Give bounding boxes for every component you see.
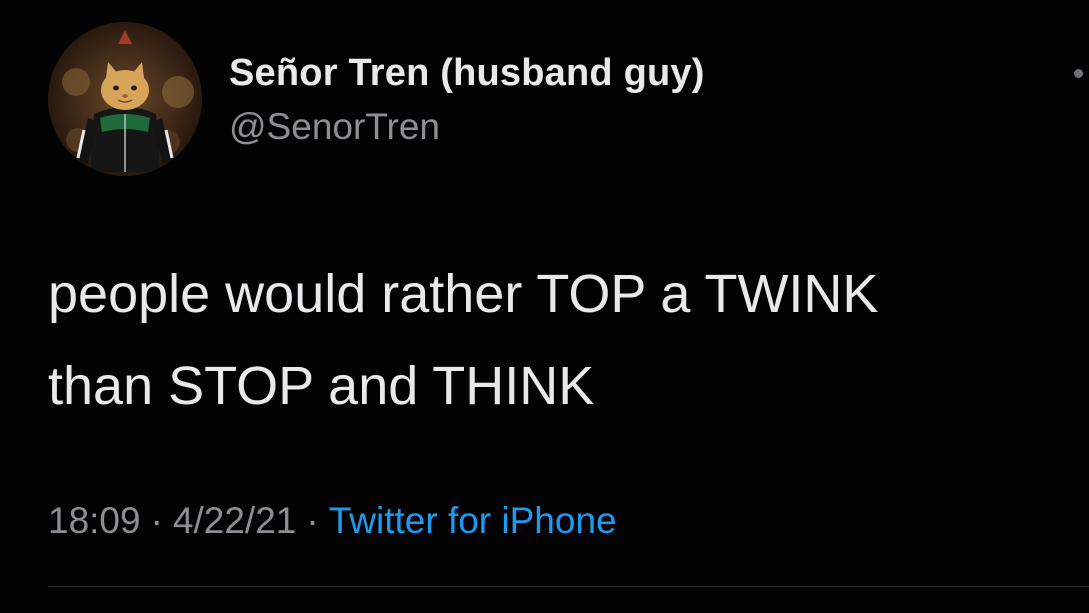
tweet-time[interactable]: 18:09 (48, 500, 141, 541)
author-display-name[interactable]: Señor Tren (husband guy) (229, 52, 705, 95)
avatar[interactable] (48, 22, 202, 176)
divider (48, 586, 1089, 587)
tweet-text-line: than STOP and THINK (48, 356, 595, 416)
tweet-text-line: people would rather TOP a TWINK (48, 264, 879, 324)
meta-separator: · (150, 500, 163, 541)
tweet-text: people would rather TOP a TWINK than STO… (48, 248, 1068, 432)
tweet-date[interactable]: 4/22/21 (173, 500, 296, 541)
author-handle[interactable]: @SenorTren (229, 106, 440, 148)
more-options-button[interactable] (1068, 63, 1088, 83)
more-options-icon (1073, 68, 1083, 78)
meta-separator: · (306, 500, 319, 541)
tweet-meta: 18:09 · 4/22/21 · Twitter for iPhone (48, 500, 617, 542)
tweet-detail: Señor Tren (husband guy) @SenorTren peop… (0, 0, 1089, 613)
tweet-source-link[interactable]: Twitter for iPhone (329, 500, 617, 541)
cat-in-tracksuit-avatar-icon (48, 22, 202, 176)
